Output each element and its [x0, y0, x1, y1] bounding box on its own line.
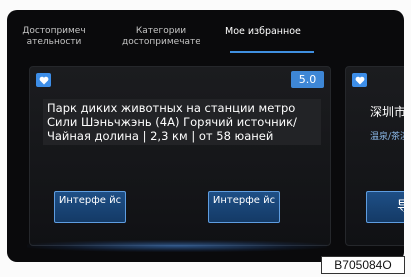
favorite-card[interactable]: 5.0 Парк диких животных на станции метро…: [29, 66, 331, 246]
navigate-button[interactable]: 导: [366, 191, 404, 223]
infotainment-screen: Достопримеч ательности Категории достопр…: [7, 10, 404, 262]
interface-button[interactable]: Интерфе йс: [54, 191, 126, 223]
favorite-card-partial[interactable]: 深圳市西 温泉/茶溪 导: [345, 66, 404, 246]
active-tab-indicator: [230, 51, 314, 53]
heart-icon[interactable]: [36, 73, 51, 87]
figure-code: B705084O: [321, 256, 405, 274]
interface-button-2[interactable]: Интерфе йс: [208, 191, 280, 223]
bottom-glow: [27, 240, 327, 252]
attraction-category: 温泉/茶溪: [370, 132, 404, 142]
tab-attractions[interactable]: Достопримеч ательности: [19, 26, 89, 50]
tab-bar: Достопримеч ательности Категории достопр…: [7, 10, 404, 54]
attraction-title: 深圳市西: [370, 105, 404, 119]
attraction-info: Парк диких животных на станции метро Сил…: [43, 99, 321, 145]
tab-attraction-categories[interactable]: Категории достопримечате: [122, 26, 200, 50]
tab-favorites[interactable]: Мое избранное: [223, 26, 315, 50]
rating-badge: 5.0: [291, 71, 324, 88]
heart-icon[interactable]: [352, 73, 367, 87]
